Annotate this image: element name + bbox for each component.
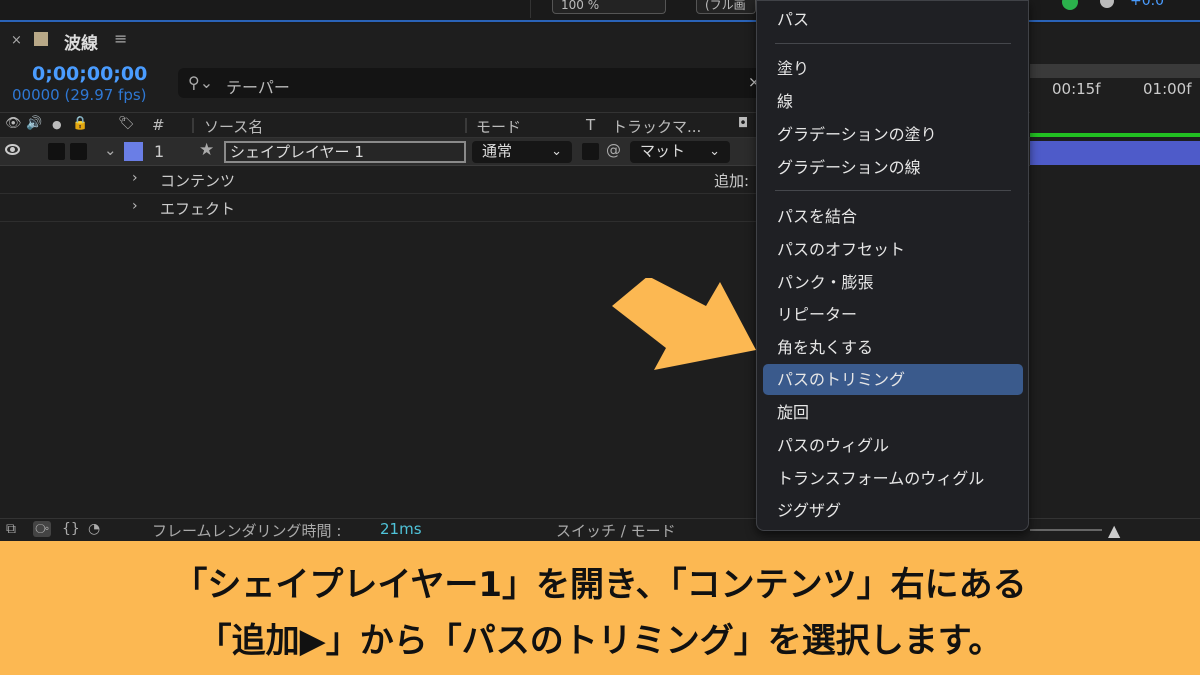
blend-mode-dropdown[interactable]: 通常 ⌄ — [472, 141, 572, 163]
label-column-icon[interactable]: 🏷 — [118, 116, 135, 131]
3d-axis-icon[interactable] — [1062, 0, 1078, 10]
mode-column-header[interactable]: モード — [476, 116, 521, 137]
resolution-dropdown[interactable]: (フル画 — [696, 0, 756, 14]
switch-column-icon[interactable]: ◘ — [738, 116, 748, 131]
menu-item[interactable]: リピーター — [763, 299, 1023, 330]
audio-column-icon[interactable]: 🔊 — [26, 116, 42, 131]
menu-item[interactable]: パスのオフセット — [763, 234, 1023, 265]
shape-layer-star-icon: ★ — [199, 140, 215, 160]
blend-mode-value: 通常 — [482, 142, 513, 160]
render-time-icon[interactable]: ◔ — [88, 521, 100, 537]
zoom-dropdown[interactable]: 100 % — [552, 0, 666, 14]
resolution-value: (フル画 — [705, 0, 746, 12]
timeline-zoom-slider[interactable] — [1030, 529, 1102, 531]
menu-separator — [775, 43, 1011, 44]
menu-item[interactable]: 角を丸くする — [763, 332, 1023, 363]
menu-item[interactable]: パスを結合 — [763, 201, 1023, 232]
layer-name-field[interactable]: シェイプレイヤー 1 — [224, 141, 466, 163]
work-area-bar[interactable] — [1030, 64, 1200, 78]
render-status-bar — [1030, 133, 1200, 137]
timeline-area[interactable]: 00:15f 01:00f — [1030, 64, 1200, 184]
menu-item[interactable]: パス — [763, 4, 1023, 35]
pickwhip-icon[interactable]: @ — [606, 141, 621, 159]
layer-duration-bar[interactable] — [1030, 141, 1200, 165]
visibility-column-icon[interactable]: 👁 — [5, 116, 22, 131]
preserve-transparency-checkbox[interactable] — [582, 143, 599, 160]
column-divider[interactable] — [465, 118, 467, 133]
menu-item[interactable]: トランスフォームのウィグル — [763, 463, 1023, 494]
transfer-controls-icon[interactable]: ⧂ — [33, 521, 51, 537]
chevron-down-icon: ⌄ — [551, 144, 562, 159]
pointer-arrow-icon — [612, 278, 756, 370]
lock-column-icon[interactable]: 🔒 — [72, 116, 88, 131]
expand-chevron-icon[interactable]: › — [132, 198, 138, 214]
search-input[interactable]: テーパー — [226, 74, 290, 98]
render-time-value: 21ms — [380, 520, 422, 538]
menu-item[interactable]: 塗り — [763, 53, 1023, 84]
number-column-header: # — [152, 116, 165, 134]
solo-toggle[interactable] — [70, 143, 87, 160]
chevron-down-icon[interactable]: ⌄ — [104, 141, 117, 159]
time-ruler-tick: 00:15f — [1052, 80, 1101, 98]
column-divider[interactable] — [192, 118, 194, 133]
caption-line-1: 「シェイプレイヤー1」を開き、「コンテンツ」右にある — [173, 565, 1027, 605]
caption-line-2: 「追加▶」から「パスのトリミング」を選択します。 — [197, 621, 1003, 661]
comp-title[interactable]: 波線 — [64, 29, 98, 54]
preserve-transparency-column-header: T — [586, 116, 596, 134]
source-name-column-header[interactable]: ソース名 — [204, 116, 263, 137]
track-matte-column-header[interactable]: トラックマ... — [612, 116, 701, 137]
pointer-arrow-shape — [612, 278, 756, 370]
render-time-label: フレームレンダリング時間 : — [152, 522, 342, 540]
expand-chevron-icon[interactable]: › — [132, 170, 138, 186]
exposure-value[interactable]: +0.0 — [1130, 0, 1164, 9]
switch-mode-toggle[interactable]: スイッチ / モード — [556, 520, 676, 541]
contents-label: コンテンツ — [160, 172, 236, 190]
toolbar-divider — [530, 0, 531, 18]
layer-number: 1 — [154, 142, 165, 161]
zoom-in-icon[interactable]: ▲ — [1108, 521, 1120, 540]
menu-item[interactable]: グラデーションの線 — [763, 152, 1023, 183]
close-icon[interactable]: × — [11, 33, 22, 48]
menu-item[interactable]: パスのウィグル — [763, 430, 1023, 461]
track-matte-dropdown[interactable]: マット ⌄ — [630, 141, 730, 163]
menu-item[interactable]: ジグザグ — [763, 495, 1023, 526]
add-menu-button[interactable]: 追加: — [714, 170, 749, 191]
zoom-value: 100 % — [561, 0, 600, 12]
in-out-icon[interactable]: {} — [62, 521, 80, 537]
menu-separator — [775, 190, 1011, 191]
menu-item[interactable]: パンク・膨張 — [763, 267, 1023, 298]
layer-switches-icon[interactable]: ⧉ — [6, 521, 16, 537]
chevron-down-icon: ⌄ — [709, 144, 720, 159]
eye-icon[interactable] — [5, 144, 20, 155]
menu-item[interactable]: 線 — [763, 86, 1023, 117]
audio-toggle[interactable] — [48, 143, 65, 160]
motion-blur-icon[interactable] — [1100, 0, 1114, 8]
solo-column-icon[interactable]: ● — [52, 118, 62, 131]
caption-banner: 「シェイプレイヤー1」を開き、「コンテンツ」右にある 「追加▶」から「パスのトリ… — [0, 541, 1200, 675]
label-color-swatch[interactable] — [124, 142, 143, 161]
search-icon: ⚲⌄ — [188, 73, 214, 92]
panel-menu-icon[interactable]: ≡ — [114, 29, 127, 48]
comp-color-swatch — [34, 32, 48, 46]
menu-item[interactable]: パスのトリミング — [763, 364, 1023, 395]
time-ruler-tick: 01:00f — [1143, 80, 1192, 98]
track-matte-value: マット — [640, 142, 686, 160]
menu-item[interactable]: 旋回 — [763, 397, 1023, 428]
effects-label: エフェクト — [160, 200, 236, 218]
search-field[interactable]: ⚲⌄ テーパー × — [178, 68, 768, 98]
frame-count: 00000 (29.97 fps) — [12, 86, 147, 104]
current-timecode[interactable]: 0;00;00;00 — [32, 63, 147, 85]
menu-item[interactable]: グラデーションの塗り — [763, 119, 1023, 150]
add-dropdown-menu: パス塗り線グラデーションの塗り グラデーションの線 パスを結合 パスのオフセット パンク… — [756, 0, 1029, 531]
